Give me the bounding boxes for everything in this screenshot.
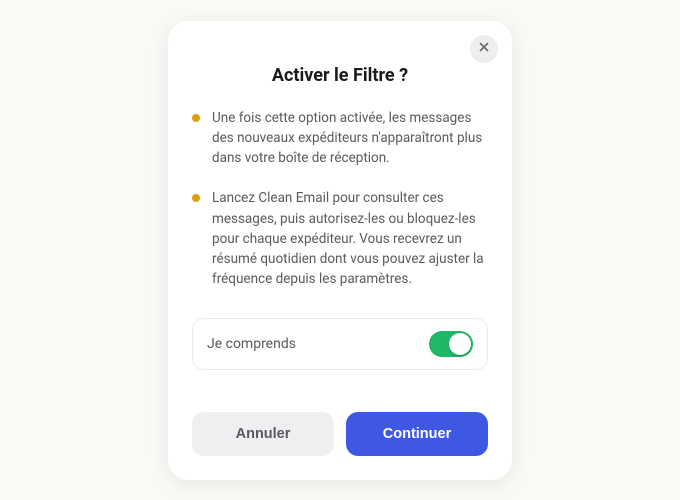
continue-button[interactable]: Continuer [346, 412, 488, 456]
close-icon [477, 40, 491, 57]
action-button-row: Annuler Continuer [192, 412, 488, 456]
info-bullet-list: Une fois cette option activée, les messa… [192, 108, 488, 290]
modal-title: Activer le Filtre ? [192, 65, 488, 86]
list-item: Lancez Clean Email pour consulter ces me… [192, 188, 488, 289]
consent-label: Je comprends [207, 336, 296, 352]
consent-row: Je comprends [192, 318, 488, 370]
confirmation-modal: Activer le Filtre ? Une fois cette optio… [168, 21, 512, 480]
consent-toggle[interactable] [429, 331, 473, 357]
bullet-text: Une fois cette option activée, les messa… [212, 108, 488, 169]
bullet-text: Lancez Clean Email pour consulter ces me… [212, 188, 488, 289]
bullet-dot-icon [192, 194, 200, 202]
list-item: Une fois cette option activée, les messa… [192, 108, 488, 169]
cancel-button[interactable]: Annuler [192, 412, 334, 456]
bullet-dot-icon [192, 114, 200, 122]
toggle-knob-icon [449, 333, 471, 355]
close-button[interactable] [470, 35, 498, 63]
